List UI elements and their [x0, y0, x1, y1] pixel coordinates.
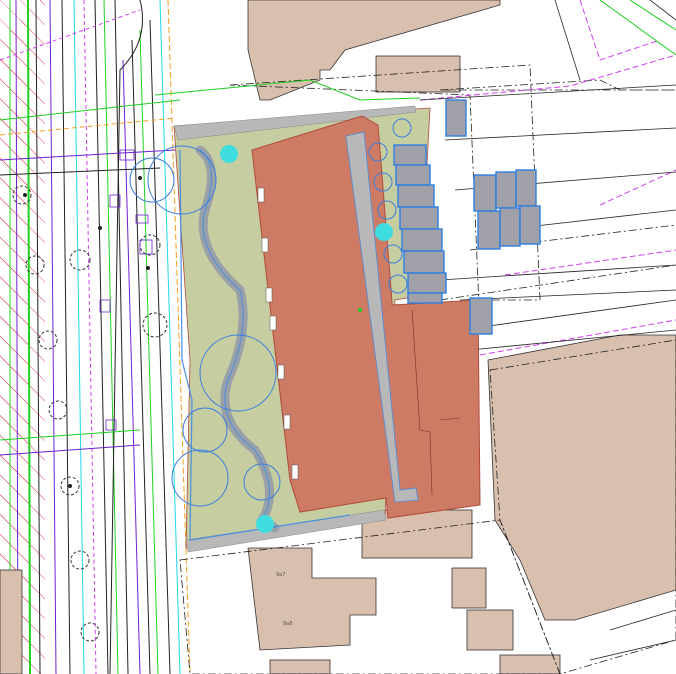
parking-stall: [445, 99, 467, 137]
parking-stall: [397, 184, 435, 208]
existing-building-south-c: [451, 567, 487, 609]
existing-building-north: [247, 0, 501, 101]
existing-building-south-a: [247, 547, 377, 651]
parking-stall: [401, 228, 443, 252]
existing-building-east: [487, 334, 676, 621]
existing-building-southwest: [269, 659, 331, 674]
lot-label-b: 9a8: [283, 621, 292, 627]
existing-building-south-e: [499, 654, 561, 674]
parking-stall: [477, 210, 501, 250]
parking-stall: [407, 292, 443, 304]
existing-building-west-edge: [0, 569, 23, 674]
parking-stall: [469, 297, 493, 335]
existing-building-small-north: [375, 55, 461, 93]
parking-stall: [499, 207, 521, 247]
parking-stall: [473, 174, 497, 212]
parking-stall: [403, 250, 445, 274]
parking-stall: [395, 164, 431, 186]
parking-stall: [495, 171, 517, 209]
parking-stall: [399, 206, 439, 230]
parking-stall: [515, 169, 537, 207]
parking-stall: [407, 272, 447, 294]
parking-stall: [519, 205, 541, 245]
survey-point: [358, 308, 362, 312]
parking-stall: [393, 144, 427, 166]
existing-building-south-d: [466, 609, 514, 651]
site-plan-map: 9a7 9a8: [0, 0, 676, 674]
lot-label-a: 9a7: [276, 572, 285, 578]
